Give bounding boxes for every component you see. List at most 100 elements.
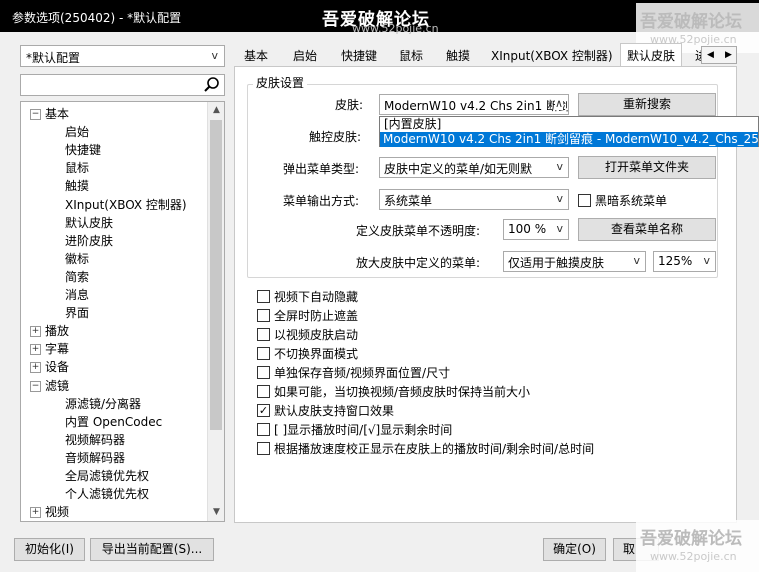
tree-item[interactable]: 源滤镜/分离器 — [65, 395, 141, 413]
option-checkbox[interactable]: 根据播放速度校正显示在皮肤上的播放时间/剩余时间/总时间 — [257, 440, 594, 458]
tree-item[interactable]: 界面 — [65, 304, 89, 322]
expand-icon[interactable]: + — [30, 344, 41, 356]
option-checkbox[interactable]: 视频下自动隐藏 — [257, 288, 358, 306]
tab-right-icon[interactable]: ▶ — [720, 47, 737, 63]
dark-menu-checkbox[interactable]: 黑暗系统菜单 — [578, 192, 667, 209]
tree-item[interactable]: 个人滤镜优先权 — [65, 485, 149, 503]
option-label: 全屏时防止遮盖 — [274, 309, 359, 323]
tree-item[interactable]: − 滤镜 — [30, 377, 69, 395]
skin-select[interactable]: ModernW10 v4.2 Chs 2in1 断剑 ∧ — [379, 94, 569, 115]
option-checkbox[interactable]: 不切换界面模式 — [257, 345, 358, 363]
tree-item[interactable]: 鼠标 — [65, 159, 89, 177]
expand-icon[interactable]: + — [30, 326, 41, 338]
tab[interactable]: 基本 — [238, 46, 274, 67]
option-label: 默认皮肤支持窗口效果 — [274, 404, 395, 418]
tree-scrollbar[interactable]: ▲ ▼ — [207, 102, 224, 521]
tree-item[interactable]: 视频解码器 — [65, 431, 125, 449]
export-config-button[interactable]: 导出当前配置(S)... — [90, 538, 214, 561]
chevron-down-icon: v — [703, 254, 710, 267]
tree-item[interactable]: + 设备 — [30, 358, 69, 376]
tab-left-icon[interactable]: ◀ — [702, 47, 719, 63]
chevron-down-icon: v — [556, 192, 563, 205]
tree-item[interactable]: XInput(XBOX 控制器) — [65, 196, 187, 214]
tree-item-label: 个人滤镜优先权 — [65, 487, 150, 502]
tab[interactable]: 启始 — [287, 46, 323, 67]
scroll-down-icon[interactable]: ▼ — [208, 504, 224, 521]
open-menu-folder-button[interactable]: 打开菜单文件夹 — [578, 156, 716, 179]
tree-item-label: 快捷键 — [65, 143, 102, 158]
checkbox-box[interactable] — [578, 194, 591, 207]
checkbox-box[interactable] — [257, 366, 270, 379]
chevron-down-icon: v — [556, 222, 563, 235]
dropdown-option-builtin[interactable]: [内置皮肤] — [382, 117, 441, 132]
expand-icon[interactable]: + — [30, 362, 41, 374]
checkbox-box[interactable] — [257, 347, 270, 360]
tree-item[interactable]: 内置 OpenCodec — [65, 413, 162, 431]
checkbox-box[interactable] — [257, 442, 270, 455]
watermark-url: www.52pojie.cn — [650, 550, 737, 563]
ok-button[interactable]: 确定(O) — [543, 538, 606, 561]
tab[interactable]: 快捷键 — [335, 46, 383, 67]
scroll-thumb[interactable] — [210, 120, 222, 430]
chevron-up-icon: ∧ — [554, 97, 563, 110]
tree-item[interactable]: 全局滤镜优先权 — [65, 467, 149, 485]
tab[interactable]: XInput(XBOX 控制器) — [485, 46, 619, 67]
zoom-percent-select[interactable]: 125% v — [653, 251, 716, 272]
option-checkbox[interactable]: [ ]显示播放时间/[√]显示剩余时间 — [257, 421, 452, 439]
popup-type-select[interactable]: 皮肤中定义的菜单/如无则默 v — [379, 157, 569, 178]
tree-item[interactable]: + 播放 — [30, 322, 69, 340]
option-checkbox[interactable]: 全屏时防止遮盖 — [257, 307, 358, 325]
collapse-icon[interactable]: − — [30, 380, 41, 392]
settings-tree[interactable]: ▲ ▼ − 基本启始快捷键 鼠标 触摸 XInput(XBOX 控制器) 默认皮肤 进阶皮肤… — [20, 101, 225, 522]
tree-item-label: 徽标 — [65, 251, 90, 266]
option-label: 如果可能，当切换视频/音频皮肤时保持当前大小 — [274, 385, 531, 399]
tree-item[interactable]: 默认皮肤 — [65, 214, 113, 232]
collapse-icon[interactable]: − — [30, 109, 41, 120]
scroll-up-icon[interactable]: ▲ — [208, 102, 224, 119]
checkbox-checked-icon[interactable]: ✓ — [257, 404, 270, 417]
init-button[interactable]: 初始化(I) — [14, 538, 85, 561]
watermark-bottom-right: 吾爱破解论坛 www.52pojie.cn — [636, 520, 759, 572]
profile-select[interactable]: *默认配置 v — [20, 45, 225, 67]
tree-item[interactable]: 徽标 — [65, 250, 89, 268]
tree-item[interactable]: − 基本 — [30, 105, 69, 123]
tree-item[interactable]: + 视频 — [30, 503, 69, 521]
option-checkbox[interactable]: 单独保存音频/视频界面位置/尺寸 — [257, 364, 450, 382]
skin-dropdown-list[interactable]: [内置皮肤] ModernW10 v4.2 Chs 2in1 断剑留痕 - Mo… — [379, 116, 759, 147]
tree-item[interactable]: + 字幕 — [30, 340, 69, 358]
checkbox-box[interactable] — [257, 385, 270, 398]
option-checkbox[interactable]: 如果可能，当切换视频/音频皮肤时保持当前大小 — [257, 383, 530, 401]
tree-item[interactable]: 进阶皮肤 — [65, 232, 113, 250]
tree-item-label: 视频 — [45, 505, 70, 520]
chevron-down-icon: v — [211, 49, 218, 62]
tree-item[interactable]: 启始 — [65, 123, 89, 141]
expand-icon[interactable]: + — [30, 507, 41, 519]
tree-item[interactable]: 简索 — [65, 268, 89, 286]
tab[interactable]: 默认皮肤 — [620, 43, 683, 67]
tree-item[interactable]: 快捷键 — [65, 141, 101, 159]
tree-item[interactable]: 消息 — [65, 286, 89, 304]
zoom-percent-value: 125% — [658, 254, 693, 268]
watermark-title: 吾爱破解论坛 — [640, 529, 742, 549]
view-menu-names-button[interactable]: 查看菜单名称 — [578, 218, 716, 241]
option-checkbox[interactable]: ✓ 默认皮肤支持窗口效果 — [257, 402, 394, 420]
option-checkbox[interactable]: 以视频皮肤启动 — [257, 326, 358, 344]
tab[interactable]: 鼠标 — [393, 46, 429, 67]
search-input[interactable] — [20, 74, 225, 96]
dropdown-option-selected[interactable]: ModernW10 v4.2 Chs 2in1 断剑留痕 - ModernW10… — [380, 132, 758, 147]
tab-scroll-arrows[interactable]: ◀ ▶ — [701, 46, 737, 64]
menu-output-select[interactable]: 系统菜单 v — [379, 189, 569, 210]
checkbox-box[interactable] — [257, 423, 270, 436]
opacity-select[interactable]: 100 % v — [503, 219, 569, 240]
checkbox-box[interactable] — [257, 328, 270, 341]
tree-item[interactable]: 触摸 — [65, 177, 89, 195]
zoom-menu-select[interactable]: 仅适用于触摸皮肤 v — [503, 251, 646, 272]
research-button[interactable]: 重新搜索 — [578, 93, 716, 116]
checkbox-box[interactable] — [257, 290, 270, 303]
tree-item[interactable]: 音频解码器 — [65, 449, 125, 467]
search-icon[interactable] — [203, 76, 221, 97]
checkbox-box[interactable] — [257, 309, 270, 322]
tree-item-label: 启始 — [65, 125, 90, 140]
tab[interactable]: 触摸 — [440, 46, 476, 67]
group-title: 皮肤设置 — [253, 74, 308, 91]
